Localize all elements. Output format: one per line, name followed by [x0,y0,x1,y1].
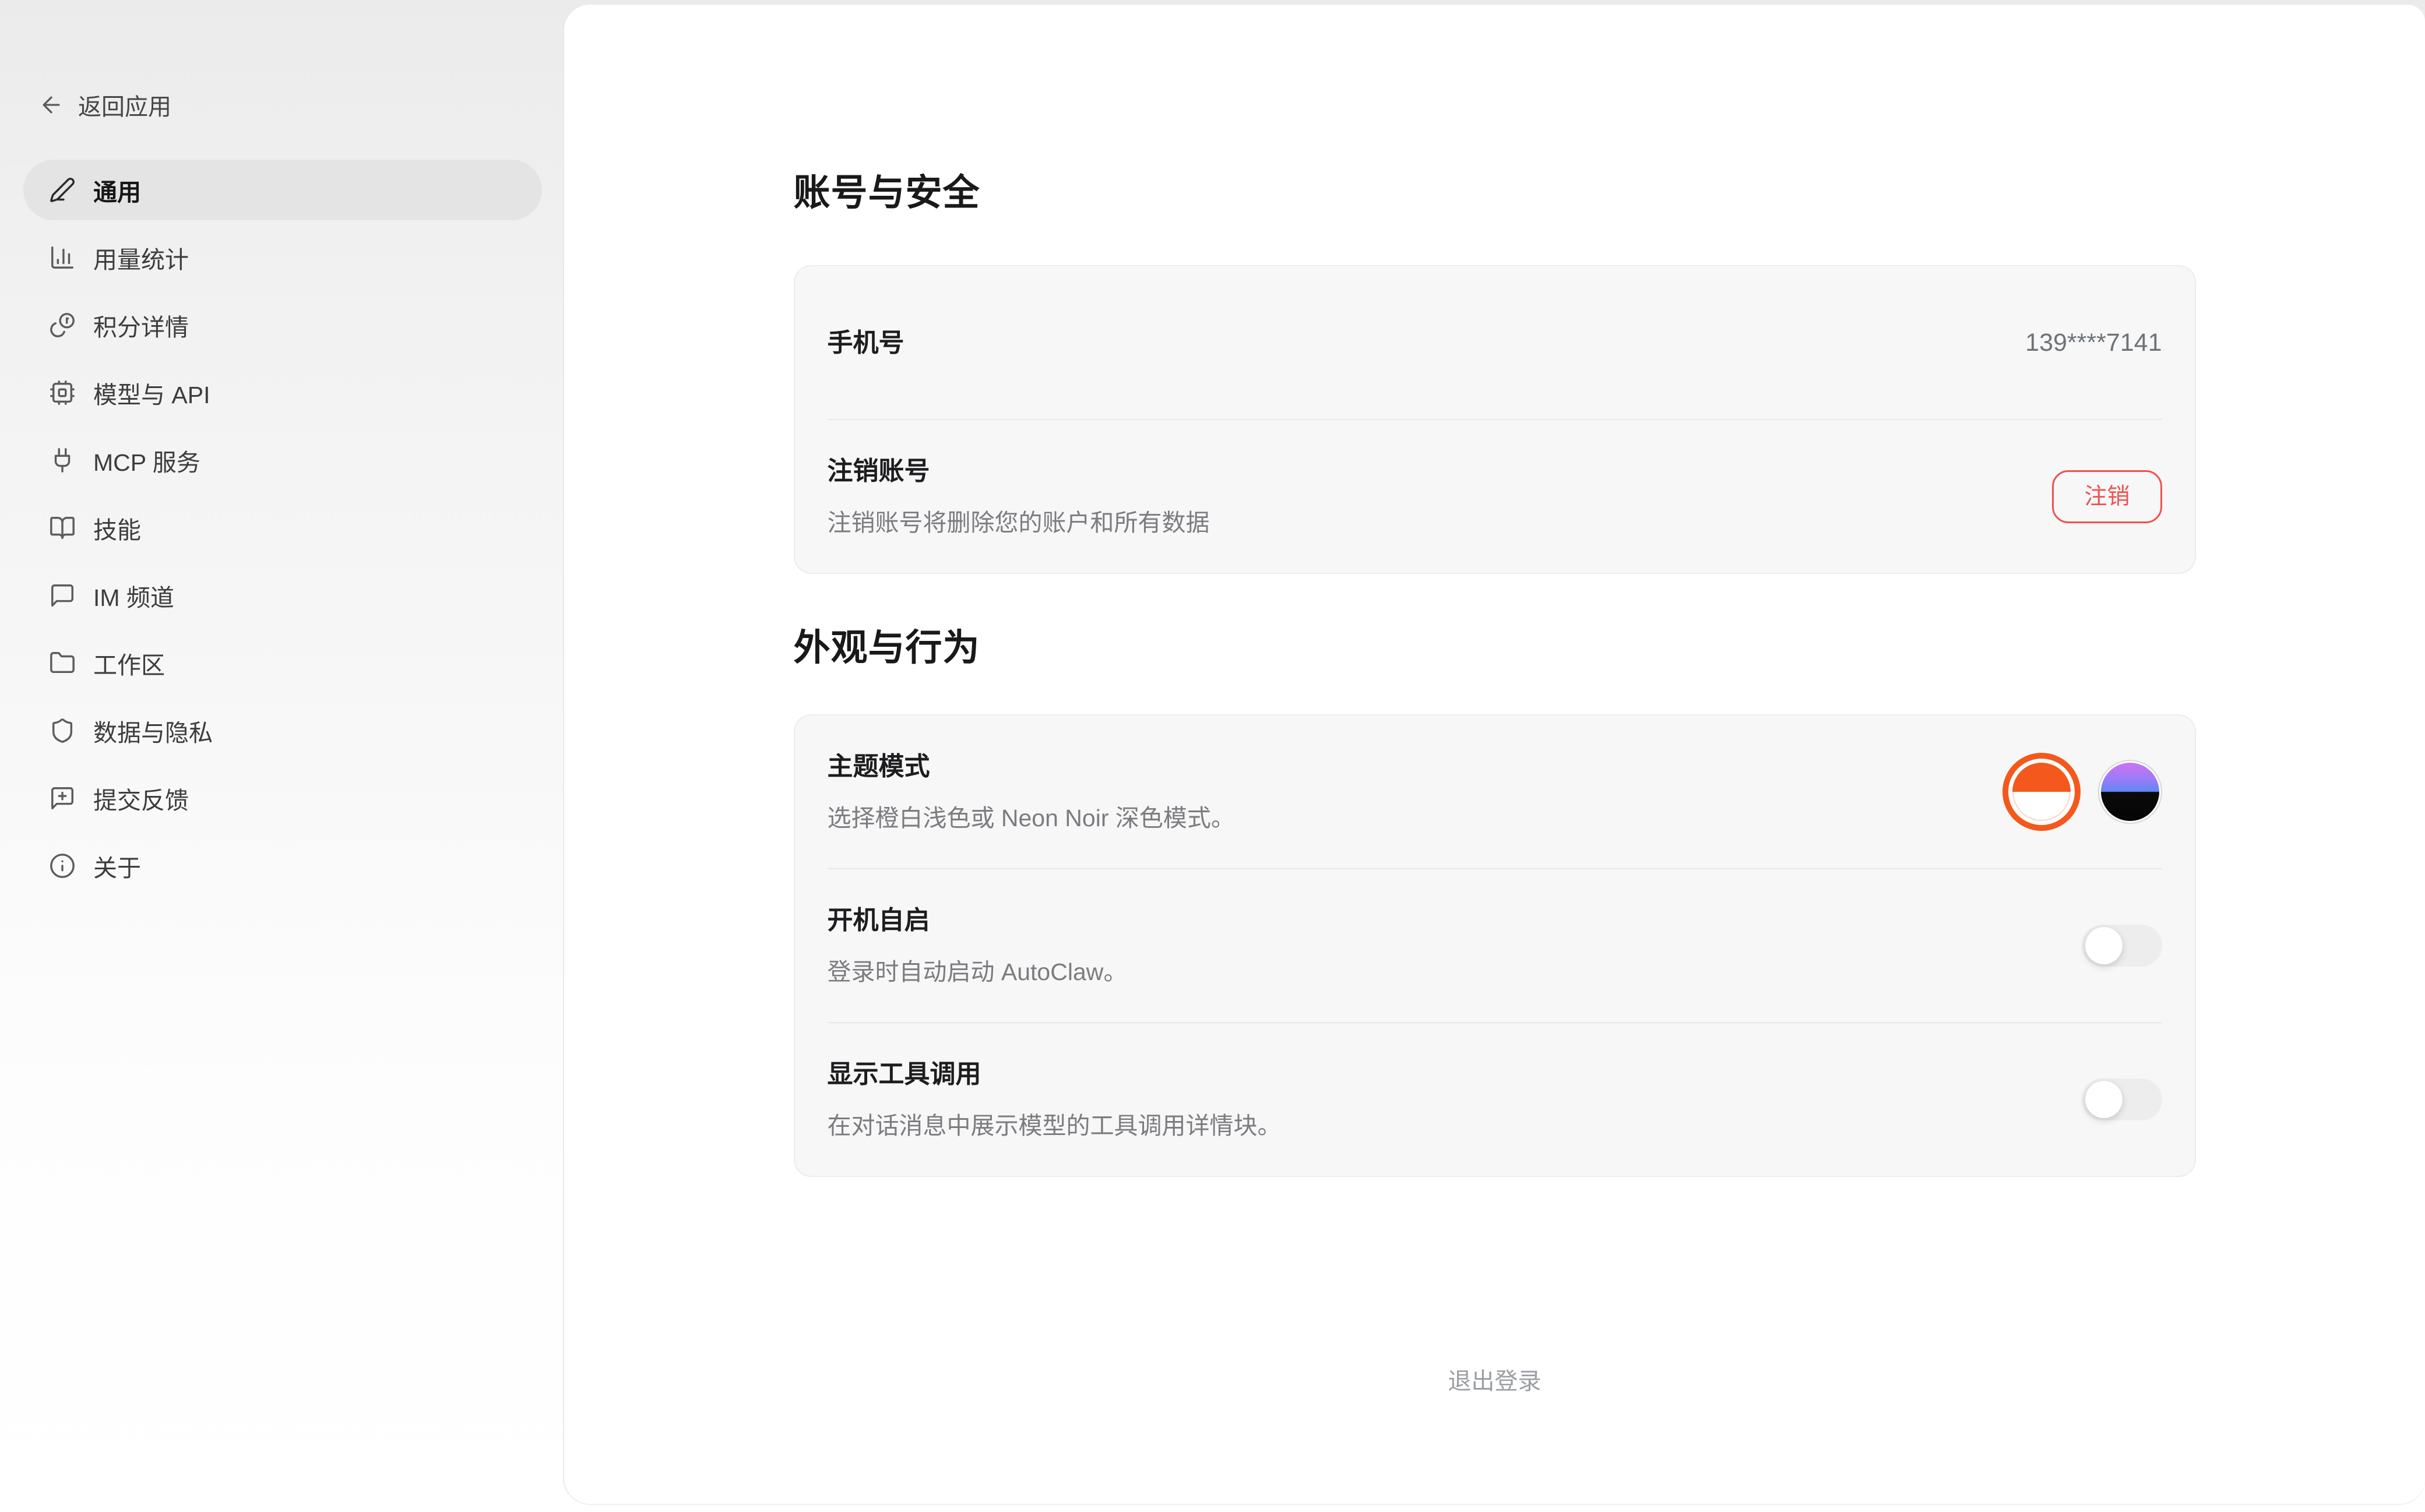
show-tool-calls-text: 显示工具调用 在对话消息中展示模型的工具调用详情块。 [828,1058,1282,1141]
sidebar-item-label: 工作区 [93,646,165,681]
show-tool-calls-title: 显示工具调用 [828,1058,1282,1090]
show-tool-calls-row: 显示工具调用 在对话消息中展示模型的工具调用详情块。 [795,1023,2195,1176]
autostart-desc: 登录时自动启动 AutoClaw。 [828,957,1128,987]
autostart-toggle[interactable] [2082,925,2162,967]
sidebar-item-label: 提交反馈 [93,781,189,816]
delete-account-title: 注销账号 [828,455,1210,487]
theme-dark-swatch[interactable] [2098,760,2162,824]
account-card: 手机号 139****7141 注销账号 注销账号将删除您的账户和所有数据 注销 [794,265,2196,574]
logout-button[interactable]: 退出登录 [794,1362,2196,1396]
sidebar-item-chart[interactable]: 用量统计 [23,227,542,288]
sidebar-item-plug[interactable]: MCP 服务 [23,430,542,491]
section-title-account: 账号与安全 [794,175,2196,212]
autostart-title: 开机自启 [828,904,1128,936]
show-tool-calls-toggle[interactable] [2082,1079,2162,1120]
sidebar-item-label: 数据与隐私 [93,713,213,748]
sidebar-item-label: 技能 [93,510,141,545]
sidebar-item-shield[interactable]: 数据与隐私 [23,700,542,761]
delete-account-button[interactable]: 注销 [2052,470,2162,523]
cpu-icon [49,379,76,406]
folder-icon [49,650,76,676]
theme-light-swatch-core [2012,763,2071,821]
theme-mode-title: 主题模式 [828,750,1235,783]
coins-icon [49,312,76,339]
theme-light-swatch-ring [2008,759,2075,825]
info-icon [49,852,76,879]
plug-icon [49,447,76,474]
sidebar-item-coins[interactable]: 积分详情 [23,295,542,355]
sidebar-item-label: 用量统计 [93,240,189,275]
settings-panel: 账号与安全 手机号 139****7141 注销账号 注销账号将删除您的账户和所… [564,5,2425,1504]
theme-mode-row: 主题模式 选择橙白浅色或 Neon Noir 深色模式。 [795,716,2195,868]
phone-label: 手机号 [828,327,904,359]
shield-icon [49,717,76,744]
appearance-card: 主题模式 选择橙白浅色或 Neon Noir 深色模式。 [794,714,2196,1177]
show-tool-calls-desc: 在对话消息中展示模型的工具调用详情块。 [828,1111,1282,1141]
toggle-knob [2085,927,2123,964]
toggle-knob [2085,1081,2123,1118]
theme-light-swatch[interactable] [2002,753,2081,831]
theme-mode-desc: 选择橙白浅色或 Neon Noir 深色模式。 [828,803,1235,833]
sidebar-item-label: 通用 [93,172,141,207]
back-to-app-button[interactable]: 返回应用 [23,89,542,121]
sidebar: 返回应用 通用用量统计积分详情模型与 API MCP 服务技能 IM 频道工作区数据… [0,0,564,1512]
sidebar-item-label: 积分详情 [93,308,189,343]
sidebar-item-info[interactable]: 关于 [23,836,542,896]
sidebar-item-folder[interactable]: 工作区 [23,633,542,693]
theme-swatches [2002,753,2162,831]
theme-dark-swatch-core [2101,763,2159,821]
delete-account-text: 注销账号 注销账号将删除您的账户和所有数据 [828,455,1210,538]
sidebar-nav: 通用用量统计积分详情模型与 API MCP 服务技能 IM 频道工作区数据与隐私提交… [23,160,542,896]
sidebar-item-cpu[interactable]: 模型与 API [23,362,542,423]
message-icon [49,582,76,609]
autostart-text: 开机自启 登录时自动启动 AutoClaw。 [828,904,1128,987]
theme-mode-text: 主题模式 选择橙白浅色或 Neon Noir 深色模式。 [828,750,1235,833]
phone-value: 139****7141 [2025,329,2162,357]
sidebar-item-message[interactable]: IM 频道 [23,565,542,626]
back-to-app-label: 返回应用 [78,88,171,122]
delete-account-row: 注销账号 注销账号将删除您的账户和所有数据 注销 [795,420,2195,573]
book-icon [49,514,76,541]
autostart-row: 开机自启 登录时自动启动 AutoClaw。 [795,869,2195,1022]
sidebar-item-pencil[interactable]: 通用 [23,160,542,220]
sidebar-item-feedback[interactable]: 提交反馈 [23,768,542,829]
settings-content: 账号与安全 手机号 139****7141 注销账号 注销账号将删除您的账户和所… [794,5,2196,1504]
sidebar-item-label: 关于 [93,848,141,883]
chart-icon [49,244,76,271]
section-title-appearance: 外观与行为 [794,630,2196,667]
settings-window: 返回应用 通用用量统计积分详情模型与 API MCP 服务技能 IM 频道工作区数据… [0,0,2425,1512]
phone-row: 手机号 139****7141 [795,266,2195,419]
delete-account-desc: 注销账号将删除您的账户和所有数据 [828,508,1210,538]
sidebar-item-book[interactable]: 技能 [23,498,542,558]
arrow-left-icon [38,92,64,118]
feedback-icon [49,785,76,812]
sidebar-item-label: 模型与 API [93,375,210,410]
sidebar-item-label: IM 频道 [93,578,174,613]
sidebar-item-label: MCP 服务 [93,443,200,478]
pencil-icon [49,177,76,203]
